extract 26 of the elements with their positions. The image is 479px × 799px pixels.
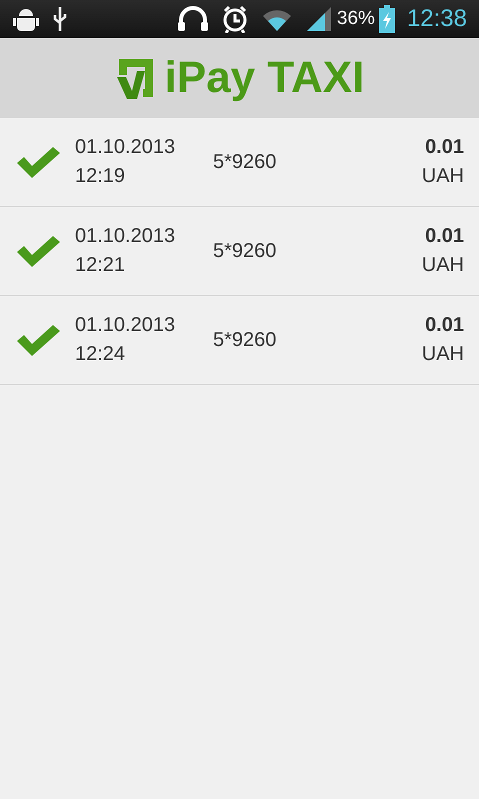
battery-charging-icon <box>378 5 395 33</box>
amount: 0.01 <box>425 313 464 338</box>
transaction-date: 01.10.2013 <box>75 224 176 249</box>
signal-icon <box>304 5 333 33</box>
battery-percent: 36% <box>336 6 375 31</box>
transaction-date: 01.10.2013 <box>75 135 176 160</box>
usb-icon <box>52 5 68 33</box>
transaction-time: 12:21 <box>75 253 126 278</box>
currency: UAH <box>422 342 464 367</box>
currency: UAH <box>422 253 464 278</box>
amount: 0.01 <box>425 135 464 160</box>
transaction-date: 01.10.2013 <box>75 313 176 338</box>
amount: 0.01 <box>425 224 464 249</box>
alarm-clock-icon <box>220 5 249 33</box>
transaction-row[interactable]: 01.10.2013 12:19 5*9260 0.01 UAH <box>0 118 479 207</box>
transaction-row[interactable]: 01.10.2013 12:21 5*9260 0.01 UAH <box>0 207 479 296</box>
transaction-time: 12:24 <box>75 342 126 367</box>
clock-time: 12:38 <box>406 4 467 34</box>
app-title: iPay TAXI <box>164 56 364 100</box>
transaction-time: 12:19 <box>75 164 126 189</box>
transaction-row[interactable]: 01.10.2013 12:24 5*9260 0.01 UAH <box>0 296 479 385</box>
card-number: 5*9260 <box>213 150 276 175</box>
card-number: 5*9260 <box>213 239 276 264</box>
currency: UAH <box>422 164 464 189</box>
card-number: 5*9260 <box>213 328 276 353</box>
headphones-icon <box>176 6 209 32</box>
